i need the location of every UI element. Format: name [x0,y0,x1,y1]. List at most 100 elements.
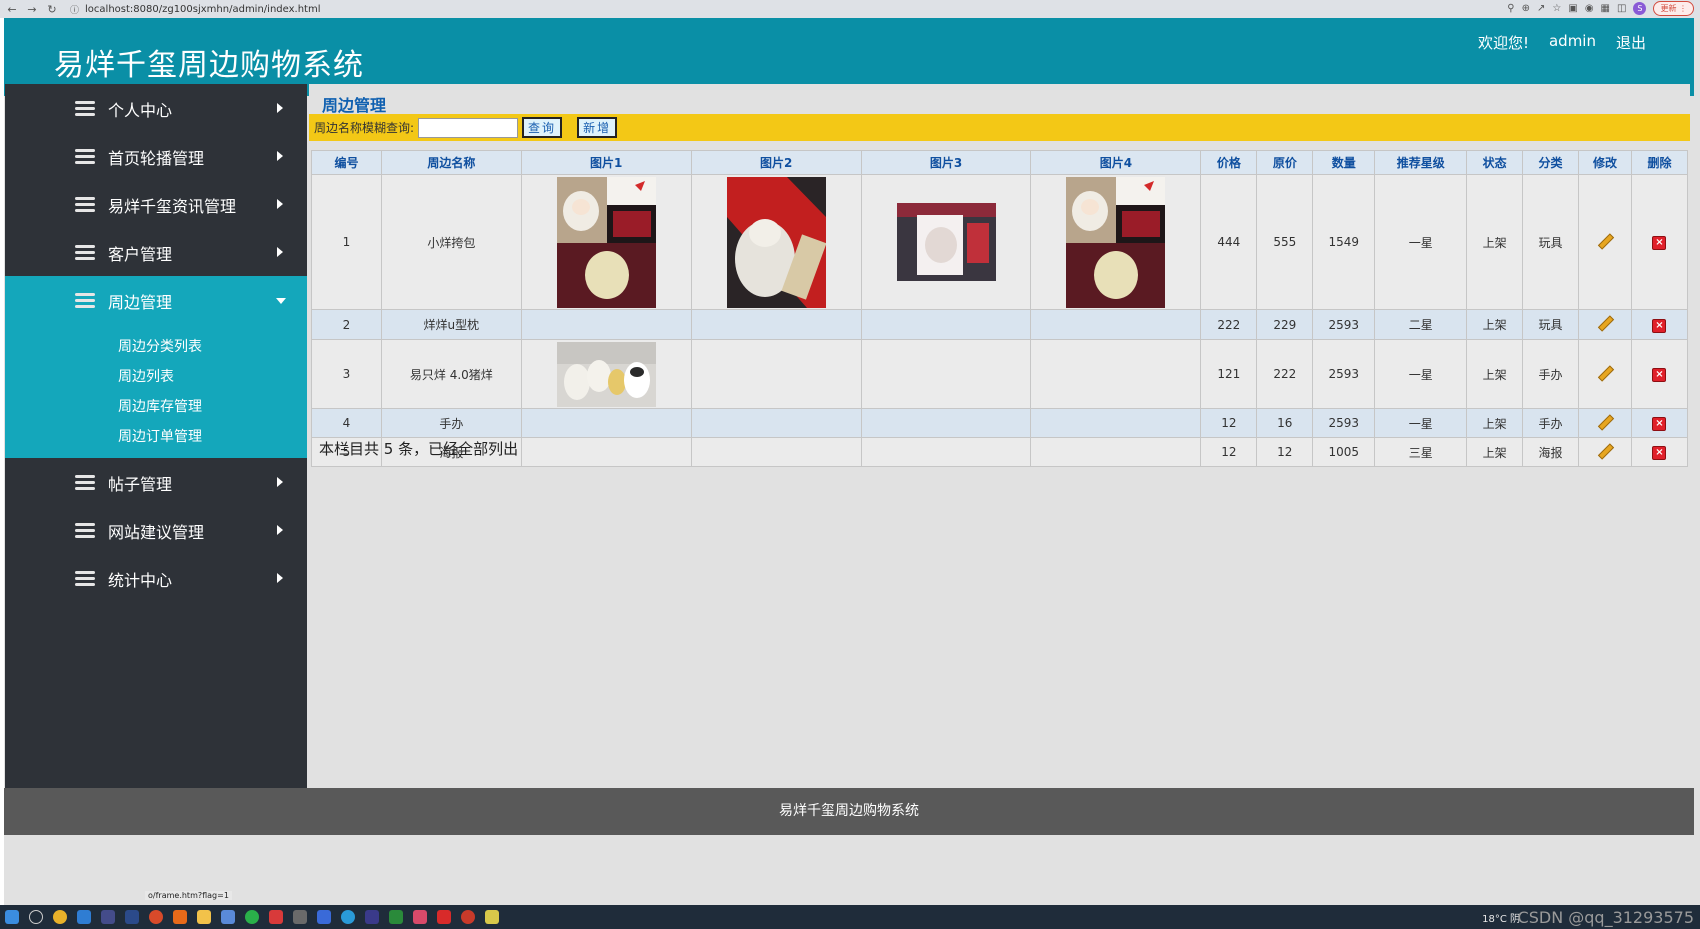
app-icon[interactable] [101,910,115,924]
submenu-item-orders[interactable]: 周边订单管理 [5,422,307,452]
sidebar-item-merch[interactable]: 周边管理 [5,276,307,324]
column-header: 状态 [1466,150,1524,175]
sidebar-item-news[interactable]: 易烊千玺资讯管理 [5,180,307,228]
sidebar-item-statistics[interactable]: 统计中心 [5,554,307,602]
submenu-item-category-list[interactable]: 周边分类列表 [5,332,307,362]
sidebar-item-label: 客户管理 [108,245,173,264]
cell-delete: × [1630,339,1689,409]
wechat-icon[interactable] [245,910,259,924]
cell-image-1 [520,174,692,310]
column-header: 编号 [311,150,382,175]
delete-icon[interactable]: × [1652,368,1667,382]
column-header: 分类 [1522,150,1580,175]
cell-id: 2 [311,309,382,340]
folder-icon[interactable] [197,910,211,924]
add-button[interactable]: 新增 [577,117,618,138]
delete-icon[interactable]: × [1652,446,1667,460]
cell-id: 4 [311,408,382,438]
cell-delete: × [1630,437,1689,467]
app-icon[interactable] [389,910,403,924]
cell-image-4 [1030,309,1202,340]
sidebar-item-label: 帖子管理 [108,475,173,494]
product-image[interactable] [556,176,656,308]
cell-original-price: 555 [1256,174,1314,310]
app-icon[interactable] [77,910,91,924]
pencil-icon[interactable] [1597,414,1613,430]
logout-link[interactable]: 退出 [1616,32,1646,53]
pencil-icon[interactable] [1597,443,1613,459]
cell-image-1 [520,339,692,409]
cell-image-4 [1030,174,1202,310]
back-icon[interactable]: ← [4,1,20,17]
cell-name: 烊烊u型枕 [380,309,522,340]
share-icon[interactable]: ↗ [1537,3,1545,14]
profile-avatar[interactable]: S [1633,2,1647,15]
submenu-item-inventory[interactable]: 周边库存管理 [5,392,307,422]
app-icon[interactable] [125,910,139,924]
column-header: 删除 [1630,150,1689,175]
reload-icon[interactable]: ↻ [44,1,60,17]
extension-icon[interactable]: ▣ [1568,3,1577,14]
sidebar-item-suggestions[interactable]: 网站建议管理 [5,506,307,554]
list-summary: 本栏目共 5 条，已经全部列出 [319,440,519,458]
app-icon[interactable] [221,910,235,924]
cell-name: 手办 [380,408,522,438]
camera-icon[interactable]: ◉ [1585,3,1594,14]
update-button[interactable]: 更新 ⋮ [1653,1,1694,16]
app-icon[interactable] [173,910,187,924]
product-image[interactable] [896,203,996,281]
page-title: 周边管理 [322,96,387,115]
edge-icon[interactable] [341,910,355,924]
product-image[interactable] [1066,176,1166,308]
puzzle-icon[interactable]: ▦ [1601,3,1610,14]
search-icon[interactable] [29,910,43,924]
cell-stars: 二星 [1374,309,1468,340]
pencil-icon[interactable] [1597,365,1613,381]
submenu-item-merch-list[interactable]: 周边列表 [5,362,307,392]
sidebar-item-posts[interactable]: 帖子管理 [5,458,307,506]
windows-start-icon[interactable] [5,910,19,924]
user-link[interactable]: admin [1549,32,1596,53]
product-image[interactable] [556,341,656,407]
app-icon[interactable] [269,910,283,924]
app-icon[interactable] [485,910,499,924]
sidebar-item-carousel[interactable]: 首页轮播管理 [5,132,307,180]
sidepanel-icon[interactable]: ◫ [1617,3,1626,14]
app-icon[interactable] [413,910,427,924]
sidebar-item-label: 个人中心 [108,101,173,120]
app-icon[interactable] [461,910,475,924]
forward-icon[interactable]: → [24,1,40,17]
welcome-text: 欢迎您! [1477,34,1529,52]
address-bar[interactable]: ⓘ localhost:8080/zg100sjxmhn/admin/index… [70,3,320,16]
delete-icon[interactable]: × [1652,236,1667,250]
column-header: 原价 [1256,150,1314,175]
search-input[interactable] [418,117,519,138]
cell-id: 3 [311,339,382,409]
cell-image-4 [1030,339,1202,409]
search-button[interactable]: 查询 [522,117,563,138]
cell-category: 手办 [1522,339,1580,409]
app-icon[interactable] [293,910,307,924]
star-icon[interactable]: ☆ [1552,3,1561,14]
app-icon[interactable] [317,910,331,924]
delete-icon[interactable]: × [1652,417,1667,431]
product-image[interactable] [726,176,826,308]
app-icon[interactable] [149,910,163,924]
app-icon[interactable] [365,910,379,924]
sidebar-item-customers[interactable]: 客户管理 [5,228,307,276]
delete-icon[interactable]: × [1652,318,1667,333]
cell-delete: × [1630,174,1689,310]
key-icon[interactable]: ⚲ [1507,3,1514,14]
stack-icon [75,197,95,212]
sidebar-item-label: 易烊千玺资讯管理 [108,197,237,216]
column-header: 图片3 [860,150,1032,175]
cell-edit [1578,408,1632,438]
wps-icon[interactable] [437,910,451,924]
pencil-icon[interactable] [1597,315,1613,331]
sidebar-item-personal-center[interactable]: 个人中心 [5,84,307,132]
chevron-down-icon [276,298,286,304]
chrome-icon[interactable] [53,910,67,924]
column-header: 图片1 [520,150,692,175]
pencil-icon[interactable] [1597,233,1613,249]
zoom-icon[interactable]: ⊕ [1522,3,1530,14]
